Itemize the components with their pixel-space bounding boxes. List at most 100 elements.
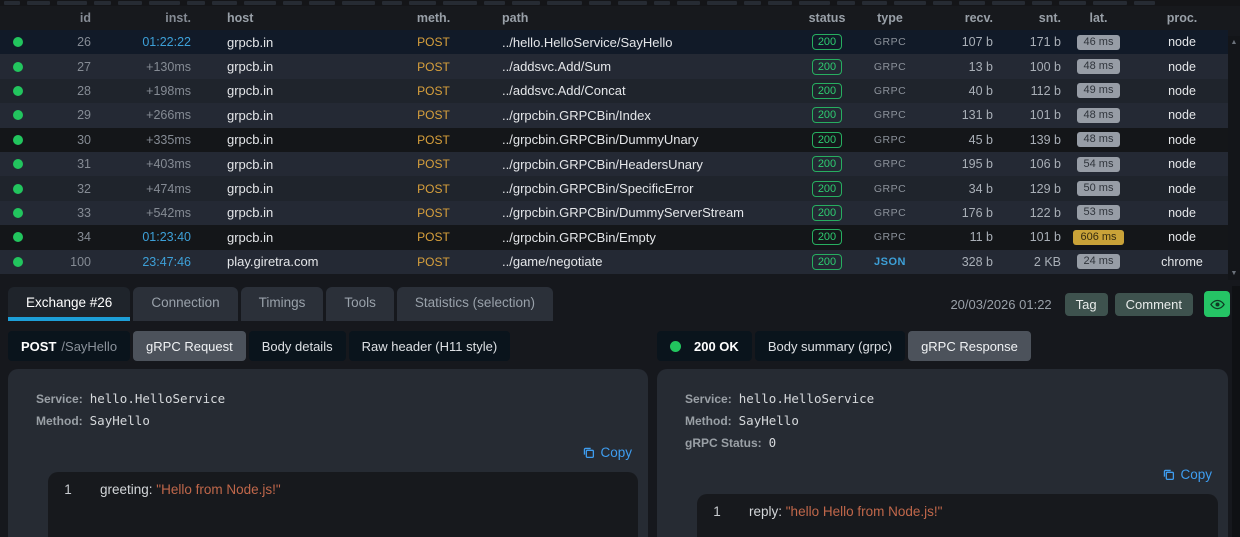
cell-host: grpcb.in xyxy=(227,229,274,245)
request-method-chip: POST /SayHello xyxy=(8,331,131,361)
tag-button[interactable]: Tag xyxy=(1064,292,1108,316)
comment-button[interactable]: Comment xyxy=(1114,292,1193,316)
table-row-26[interactable]: 26 01:22:22 grpcb.in POST ../hello.Hello… xyxy=(0,30,1228,55)
response-copy-button[interactable]: Copy xyxy=(1162,467,1212,482)
table-row-32[interactable]: 32 +474ms grpcb.in POST ../grpcbin.GRPCB… xyxy=(0,176,1228,201)
table-row-30[interactable]: 30 +335ms grpcb.in POST ../grpcbin.GRPCB… xyxy=(0,127,1228,152)
col-id[interactable]: id xyxy=(36,11,91,25)
status-dot-icon xyxy=(13,110,23,121)
table-scrollbar[interactable]: ▲ ▼ xyxy=(1228,36,1240,280)
table-header-row: id inst. host meth. path status type rec… xyxy=(0,6,1240,30)
col-type[interactable]: type xyxy=(859,11,921,25)
tab-tools[interactable]: Tools xyxy=(326,287,394,321)
table-row-29[interactable]: 29 +266ms grpcb.in POST ../grpcbin.GRPCB… xyxy=(0,103,1228,128)
table-row-28[interactable]: 28 +198ms grpcb.in POST ../addsvc.Add/Co… xyxy=(0,78,1228,104)
cell-latency: 49 ms xyxy=(1061,83,1136,99)
scroll-down-icon[interactable]: ▼ xyxy=(1231,270,1238,277)
tab-label: Statistics (selection) xyxy=(414,294,535,310)
table-row-31[interactable]: 31 +403ms grpcb.in POST ../grpcbin.GRPCB… xyxy=(0,151,1228,177)
tab-label: gRPC Request xyxy=(146,338,233,354)
cell-path: ../grpcbin.GRPCBin/Index xyxy=(502,107,651,123)
cell-sent: 129 b xyxy=(1029,181,1061,196)
col-lat[interactable]: lat. xyxy=(1061,11,1136,25)
request-copy-button[interactable]: Copy xyxy=(582,445,632,460)
status-badge: 200 xyxy=(811,180,843,197)
cell-status: 200 xyxy=(795,107,859,124)
tab-exchange-26[interactable]: Exchange #26 xyxy=(8,287,131,321)
response-status-chip: 200 OK xyxy=(657,331,752,361)
tab-label: Raw header (H11 style) xyxy=(361,338,498,354)
request-tab-raw-header-h11-style[interactable]: Raw header (H11 style) xyxy=(348,331,511,361)
cell-path: ../addsvc.Add/Concat xyxy=(502,83,626,99)
scroll-up-icon[interactable]: ▲ xyxy=(1231,39,1238,46)
tab-timings[interactable]: Timings xyxy=(240,287,324,321)
code-string: "hello Hello from Node.js!" xyxy=(785,504,943,519)
response-tab-grpc-response[interactable]: gRPC Response xyxy=(908,331,1031,361)
status-badge: 200 xyxy=(811,107,843,124)
line-number: 1 xyxy=(64,482,72,497)
cell-inst: +198ms xyxy=(146,83,191,98)
cell-method: POST xyxy=(417,59,450,74)
table-row-34[interactable]: 34 01:23:40 grpcb.in POST ../grpcbin.GRP… xyxy=(0,225,1228,250)
cell-host: grpcb.in xyxy=(227,83,274,99)
cell-process: node xyxy=(1168,59,1196,74)
tab-connection[interactable]: Connection xyxy=(133,287,238,321)
latency-badge: 49 ms xyxy=(1076,83,1121,99)
cell-method: POST xyxy=(417,83,450,98)
cell-dot xyxy=(0,183,36,194)
tab-label: Exchange #26 xyxy=(26,294,113,310)
visibility-button[interactable] xyxy=(1204,291,1230,317)
request-path: /SayHello xyxy=(61,338,118,354)
cell-type: GRPC xyxy=(873,36,907,49)
status-dot-icon xyxy=(13,159,23,170)
request-panel-tabs: POST /SayHello gRPC Request Body details R… xyxy=(8,331,511,361)
col-host[interactable]: host xyxy=(191,11,391,25)
cell-host: grpcb.in xyxy=(227,59,274,75)
col-meth[interactable]: meth. xyxy=(391,11,476,25)
col-path[interactable]: path xyxy=(476,11,795,25)
meta-value: hello.HelloService xyxy=(89,391,226,406)
request-tab-grpc-request[interactable]: gRPC Request xyxy=(133,331,246,361)
status-dot-icon xyxy=(13,207,23,218)
cell-dot xyxy=(0,37,36,48)
table-body: 26 01:22:22 grpcb.in POST ../hello.Hello… xyxy=(0,30,1228,274)
table-row-33[interactable]: 33 +542ms grpcb.in POST ../grpcbin.GRPCB… xyxy=(0,200,1228,226)
cell-method: POST xyxy=(417,108,450,123)
cell-path: ../grpcbin.GRPCBin/DummyServerStream xyxy=(502,205,745,221)
status-dot-icon xyxy=(13,232,23,243)
response-panel-tabs: 200 OK Body summary (grpc) gRPC Response xyxy=(657,331,1031,361)
cell-inst: 01:22:22 xyxy=(142,35,191,50)
table-row-27[interactable]: 27 +130ms grpcb.in POST ../addsvc.Add/Su… xyxy=(0,54,1228,79)
cell-latency: 50 ms xyxy=(1061,181,1136,197)
cell-inst: +130ms xyxy=(146,59,191,74)
tab-statistics-selection[interactable]: Statistics (selection) xyxy=(396,287,553,321)
col-snt[interactable]: snt. xyxy=(993,11,1061,25)
response-tab-body-summary-grpc[interactable]: Body summary (grpc) xyxy=(754,331,906,361)
cell-process: node xyxy=(1168,230,1196,245)
cell-latency: 48 ms xyxy=(1061,107,1136,123)
cell-host: grpcb.in xyxy=(227,132,274,148)
cell-process: node xyxy=(1168,35,1196,50)
request-tab-body-details[interactable]: Body details xyxy=(248,331,346,361)
cell-id: 28 xyxy=(77,83,91,98)
cell-id: 27 xyxy=(77,59,91,74)
table-row-100[interactable]: 100 23:47:46 play.giretra.com POST ../ga… xyxy=(0,249,1228,274)
col-proc[interactable]: proc. xyxy=(1136,11,1228,25)
col-status[interactable]: status xyxy=(795,11,859,25)
cell-id: 31 xyxy=(77,157,91,172)
cell-inst: +403ms xyxy=(146,157,191,172)
cell-sent: 100 b xyxy=(1029,59,1061,74)
copy-icon xyxy=(1162,468,1175,481)
cell-latency: 46 ms xyxy=(1061,34,1136,50)
cell-type: GRPC xyxy=(873,109,907,122)
col-inst[interactable]: inst. xyxy=(91,11,191,25)
cell-received: 328 b xyxy=(961,254,993,269)
latency-badge: 48 ms xyxy=(1076,59,1121,75)
cell-latency: 48 ms xyxy=(1061,59,1136,75)
col-recv[interactable]: recv. xyxy=(921,11,993,25)
meta-row: Method: SayHello xyxy=(685,413,1228,429)
cell-latency: 24 ms xyxy=(1061,254,1136,270)
cell-received: 195 b xyxy=(961,157,993,172)
meta-row: Service: hello.HelloService xyxy=(685,391,1228,407)
page-scrollbar[interactable] xyxy=(1232,286,1240,537)
